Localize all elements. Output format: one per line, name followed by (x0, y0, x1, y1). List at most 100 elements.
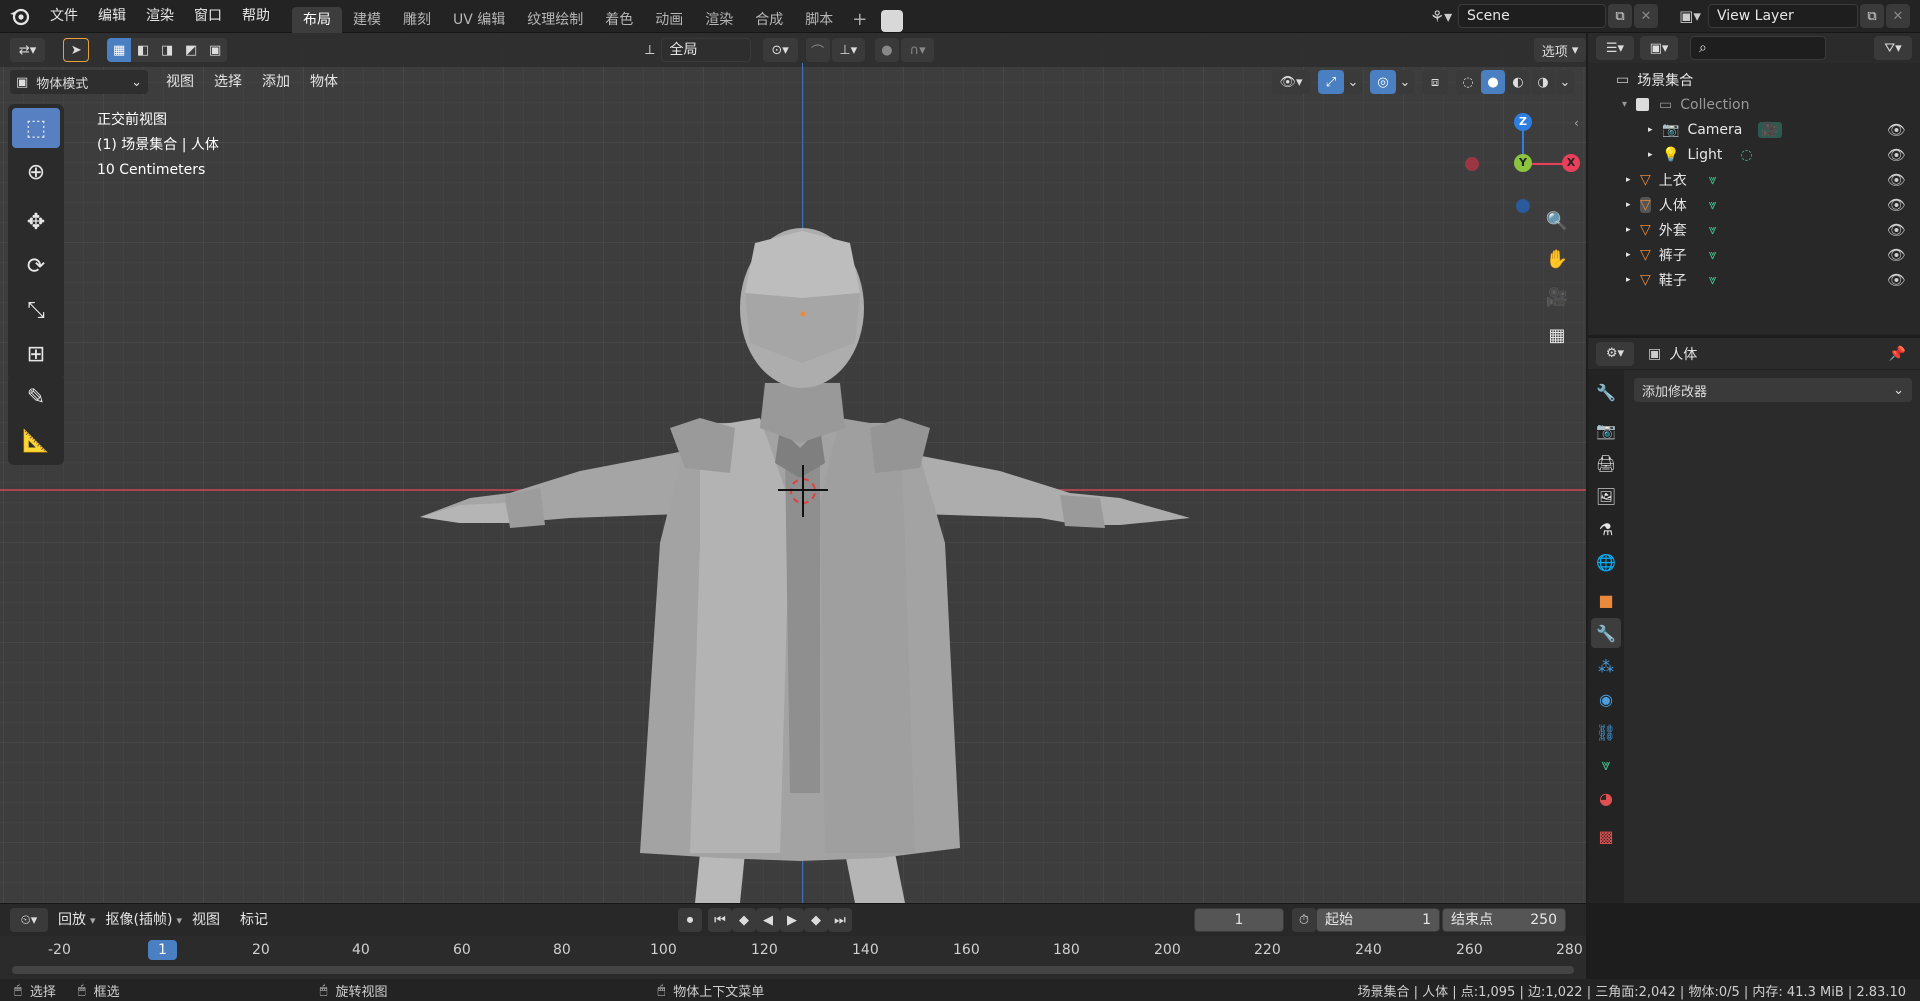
tab-uv-editing[interactable]: UV 编辑 (442, 7, 516, 33)
timeline-editor-type-icon[interactable]: ⏲▾ (10, 908, 48, 932)
next-keyframe-icon[interactable]: ◆ (804, 908, 828, 932)
world-tab-icon[interactable]: 🌐 (1591, 547, 1621, 577)
ortho-grid-icon[interactable]: ▦ (1540, 325, 1574, 363)
expand-arrow-icon[interactable]: ▸ (1626, 175, 1640, 185)
outliner-root[interactable]: ▭ 场景集合 (1588, 67, 1920, 92)
expand-arrow-icon[interactable]: ▸ (1626, 250, 1640, 260)
active-tool-icon[interactable]: ➤ (63, 38, 90, 62)
visibility-eye-icon[interactable]: 👁 (1887, 146, 1906, 164)
add-workspace-icon[interactable]: + (852, 7, 867, 33)
mesh-data-icon[interactable]: ⩔ (1709, 222, 1717, 238)
modifier-tab-icon[interactable]: 🔧 (1591, 618, 1621, 648)
visibility-icon[interactable]: 👁▾ (1272, 70, 1310, 94)
3d-viewport[interactable]: ⇄▾ ➤ ▦ ◧ ◨ ◩ ▣ ⟂ 全局 ⊙▾ ⌒ ⊥▾ ● ∩▾ 选项 ▾ ▣ … (0, 33, 1586, 903)
snap-target-icon[interactable]: ⊥▾ (831, 38, 865, 62)
camera-data-icon[interactable]: 🎥 (1758, 121, 1782, 138)
visibility-eye-icon[interactable]: 👁 (1887, 221, 1906, 239)
cursor-tool-icon[interactable]: ⊕ (12, 152, 60, 192)
snap-toggle-icon[interactable]: ⌒ (805, 38, 830, 62)
pivot-point-icon[interactable]: ⊙▾ (762, 38, 798, 62)
outliner-item-pants[interactable]: ▸ ▽ 裤子 ⩔ 👁 (1588, 242, 1920, 267)
filter-icon[interactable]: ⛛▾ (1874, 36, 1912, 60)
outliner-search-input[interactable]: ⌕ (1690, 36, 1826, 60)
new-view-layer-icon[interactable]: ⧉ (1860, 4, 1884, 28)
proportional-edit-icon[interactable]: ● (874, 38, 899, 62)
measure-tool-icon[interactable]: 📐 (12, 421, 60, 461)
expand-arrow-icon[interactable]: ▾ (1622, 99, 1636, 110)
orientation-value[interactable]: 全局 (660, 38, 751, 62)
outliner-item-coat[interactable]: ▸ ▽ 外套 ⩔ 👁 (1588, 217, 1920, 242)
xray-toggle-icon[interactable]: ⧈ (1422, 70, 1448, 94)
outliner-collection[interactable]: ▾ ▭ Collection (1588, 92, 1920, 117)
end-frame-field[interactable]: 结束点 250 (1442, 908, 1566, 932)
properties-editor-type-icon[interactable]: ⚙▾ (1596, 341, 1634, 366)
rendered-shading-icon[interactable]: ◑ (1531, 70, 1555, 94)
zoom-icon[interactable]: 🔍 (1540, 211, 1574, 249)
pan-hand-icon[interactable]: ✋ (1540, 249, 1574, 287)
jump-start-icon[interactable]: ⏮ (708, 908, 732, 932)
expand-arrow-icon[interactable]: ▸ (1626, 225, 1640, 235)
overlay-toggle-icon[interactable]: ◎ (1370, 70, 1396, 94)
visibility-eye-icon[interactable]: 👁 (1887, 196, 1906, 214)
visibility-eye-icon[interactable]: 👁 (1887, 171, 1906, 189)
expand-arrow-icon[interactable]: ▸ (1626, 200, 1640, 210)
preview-range-icon[interactable]: ⏱ (1292, 908, 1316, 932)
scene-icon[interactable]: ⚘▾ (1424, 7, 1458, 26)
new-scene-icon[interactable]: ⧉ (1608, 4, 1632, 28)
pin-icon[interactable]: 📌 (1889, 346, 1906, 362)
solid-shading-icon[interactable]: ● (1481, 70, 1505, 94)
gizmo-x-axis[interactable]: X (1562, 154, 1580, 172)
delete-scene-icon[interactable]: ✕ (1634, 4, 1658, 28)
select-box-tool-icon[interactable]: ⬚ (12, 108, 60, 148)
data-tab-icon[interactable]: ⩔ (1591, 750, 1621, 780)
blender-logo-icon[interactable] (0, 0, 40, 33)
mesh-data-icon[interactable]: ⩔ (1709, 197, 1717, 213)
mode-selector[interactable]: ▣ 物体模式 ⌄ (10, 70, 148, 94)
render-tab-icon[interactable]: 📷 (1591, 415, 1621, 445)
tab-texture-paint[interactable]: 纹理绘制 (516, 7, 594, 33)
delete-view-layer-icon[interactable]: ✕ (1886, 4, 1910, 28)
tab-sculpting[interactable]: 雕刻 (392, 7, 442, 33)
camera-view-icon[interactable]: 🎥 (1540, 287, 1574, 325)
light-data-icon[interactable]: ◌ (1740, 147, 1752, 163)
viewport-menu-object[interactable]: 物体 (300, 67, 348, 97)
physics-tab-icon[interactable]: ◉ (1591, 684, 1621, 714)
menu-window[interactable]: 窗口 (184, 0, 232, 33)
viewport-menu-view[interactable]: 视图 (156, 67, 204, 97)
gizmo-y-axis[interactable]: Y (1514, 154, 1532, 172)
outliner-editor-type-icon[interactable]: ☰▾ (1596, 36, 1634, 60)
play-reverse-icon[interactable]: ◀ (756, 908, 780, 932)
timeline-ruler[interactable]: -20 1 20 40 60 80 100 120 140 160 180 20… (0, 936, 1586, 980)
jump-end-icon[interactable]: ⏭ (828, 908, 852, 932)
mesh-data-icon[interactable]: ⩔ (1709, 172, 1717, 188)
gizmo-neg-x-axis[interactable] (1465, 157, 1479, 171)
view-layer-tab-icon[interactable]: 🖼 (1591, 481, 1621, 511)
prev-keyframe-icon[interactable]: ◆ (732, 908, 756, 932)
expand-arrow-icon[interactable]: ▸ (1626, 275, 1640, 285)
editor-type-icon[interactable]: ⇄▾ (10, 38, 46, 62)
select-invert-icon[interactable]: ◩ (179, 38, 204, 62)
gizmo-z-axis[interactable]: Z (1514, 113, 1532, 131)
expand-arrow-icon[interactable]: ▸ (1648, 125, 1662, 135)
outliner-item-shirt[interactable]: ▸ ▽ 上衣 ⩔ 👁 (1588, 167, 1920, 192)
constraints-tab-icon[interactable]: ⛓ (1591, 717, 1621, 747)
transform-tool-icon[interactable]: ⊞ (12, 334, 60, 374)
expand-arrow-icon[interactable]: ▸ (1648, 150, 1662, 160)
start-frame-field[interactable]: 起始 1 (1316, 908, 1440, 932)
select-extend-icon[interactable]: ◧ (131, 38, 156, 62)
view-layer-field[interactable]: View Layer (1708, 4, 1858, 28)
timeline-scrollbar[interactable] (12, 966, 1574, 974)
shading-dropdown-icon[interactable]: ⌄ (1556, 70, 1574, 94)
annotate-tool-icon[interactable]: ✎ (12, 377, 60, 417)
object-tab-icon[interactable]: ■ (1591, 585, 1621, 615)
record-icon[interactable]: ⏺ (678, 908, 702, 932)
select-intersect-icon[interactable]: ▣ (203, 38, 228, 62)
tab-compositing[interactable]: 合成 (744, 7, 794, 33)
menu-help[interactable]: 帮助 (232, 0, 280, 33)
viewport-menu-select[interactable]: 选择 (204, 67, 252, 97)
particles-tab-icon[interactable]: ⁂ (1591, 651, 1621, 681)
tool-tab-icon[interactable]: 🔧 (1591, 377, 1621, 407)
texture-tab-icon[interactable]: ▩ (1591, 821, 1621, 851)
scene-name-field[interactable]: Scene (1458, 4, 1606, 28)
material-tab-icon[interactable]: ◕ (1591, 783, 1621, 813)
